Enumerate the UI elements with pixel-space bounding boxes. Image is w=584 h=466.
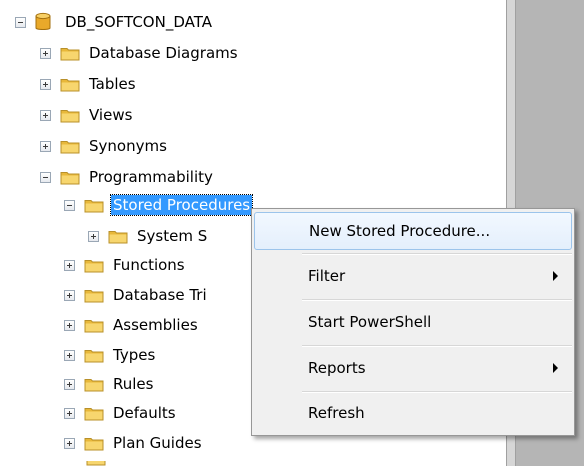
menu-item-label: Reports [308, 359, 366, 377]
tree-node-db-softcon-data[interactable]: DB_SOFTCON_DATA [15, 8, 214, 36]
tree-node-assemblies[interactable]: Assemblies [64, 311, 200, 339]
menu-separator [302, 345, 572, 347]
folder-icon [84, 288, 104, 303]
tree-node-label: Synonyms [89, 137, 167, 155]
expand-icon[interactable] [64, 378, 75, 390]
menu-separator [302, 391, 572, 393]
folder-icon [108, 229, 128, 244]
menu-item-label: Start PowerShell [308, 313, 432, 331]
tree-node-database-triggers[interactable]: Database Tri [64, 281, 209, 309]
tree-node-label: Views [89, 106, 133, 124]
tree-node-clipped [64, 461, 304, 466]
collapse-icon[interactable] [40, 171, 51, 183]
folder-icon [60, 139, 80, 154]
expand-icon[interactable] [40, 109, 51, 121]
submenu-arrow-icon [553, 363, 558, 373]
tree-node-rules[interactable]: Rules [64, 370, 155, 398]
folder-icon [86, 461, 106, 466]
expand-icon[interactable] [40, 140, 51, 152]
folder-icon [60, 46, 80, 61]
collapse-icon[interactable] [15, 16, 26, 28]
folder-icon [84, 348, 104, 363]
menu-item-label: Filter [308, 267, 346, 285]
tree-node-defaults[interactable]: Defaults [64, 399, 178, 427]
expand-icon[interactable] [40, 78, 51, 90]
expand-icon[interactable] [88, 230, 99, 242]
tree-node-label: Database Diagrams [89, 44, 238, 62]
folder-icon [84, 406, 104, 421]
tree-node-label: Types [113, 346, 156, 364]
menu-item-start-powershell[interactable]: Start PowerShell [254, 302, 572, 342]
menu-item-refresh[interactable]: Refresh [254, 394, 572, 432]
menu-separator [302, 253, 572, 255]
collapse-icon[interactable] [64, 199, 75, 211]
folder-icon [84, 318, 104, 333]
menu-item-reports[interactable]: Reports [254, 348, 572, 388]
tree-node-label: Database Tri [113, 286, 207, 304]
expand-icon[interactable] [64, 407, 75, 419]
expand-icon[interactable] [64, 319, 75, 331]
expand-icon[interactable] [64, 289, 75, 301]
folder-icon [60, 108, 80, 123]
tree-node-label: Programmability [89, 168, 213, 186]
expand-icon[interactable] [64, 259, 75, 271]
menu-item-label: New Stored Procedure... [309, 222, 491, 240]
folder-icon [84, 198, 104, 213]
tree-node-stored-procedures[interactable]: Stored Procedures [64, 191, 254, 219]
menu-separator [302, 299, 572, 301]
folder-icon [84, 377, 104, 392]
menu-item-label: Refresh [308, 404, 365, 422]
context-menu: New Stored Procedure... Filter Start Pow… [251, 208, 575, 436]
tree-node-system-stored-procedures[interactable]: System S [88, 222, 209, 250]
tree-node-label: Defaults [113, 404, 176, 422]
tree-node-plan-guides[interactable]: Plan Guides [64, 429, 204, 457]
expand-icon[interactable] [40, 47, 51, 59]
tree-node-label: Rules [113, 375, 154, 393]
tree-node-views[interactable]: Views [40, 101, 134, 129]
tree-node-label: Tables [89, 75, 136, 93]
menu-item-filter[interactable]: Filter [254, 256, 572, 296]
tree-node-types[interactable]: Types [64, 341, 157, 369]
tree-node-label: DB_SOFTCON_DATA [65, 13, 212, 31]
expand-icon[interactable] [64, 349, 75, 361]
menu-item-new-stored-procedure[interactable]: New Stored Procedure... [254, 212, 572, 250]
database-icon [35, 12, 51, 30]
tree-node-label: Functions [113, 256, 185, 274]
submenu-arrow-icon [553, 271, 558, 281]
tree-node-label: Plan Guides [113, 434, 202, 452]
tree-node-label-selected: Stored Procedures [109, 194, 254, 216]
tree-node-programmability[interactable]: Programmability [40, 163, 215, 191]
tree-node-label: Assemblies [113, 316, 198, 334]
folder-icon [84, 258, 104, 273]
expand-icon[interactable] [64, 437, 75, 449]
tree-node-database-diagrams[interactable]: Database Diagrams [40, 39, 240, 67]
folder-icon [84, 436, 104, 451]
folder-icon [60, 170, 80, 185]
tree-node-synonyms[interactable]: Synonyms [40, 132, 169, 160]
tree-node-functions[interactable]: Functions [64, 251, 187, 279]
folder-icon [60, 77, 80, 92]
tree-node-label: System S [137, 227, 208, 245]
tree-node-tables[interactable]: Tables [40, 70, 138, 98]
